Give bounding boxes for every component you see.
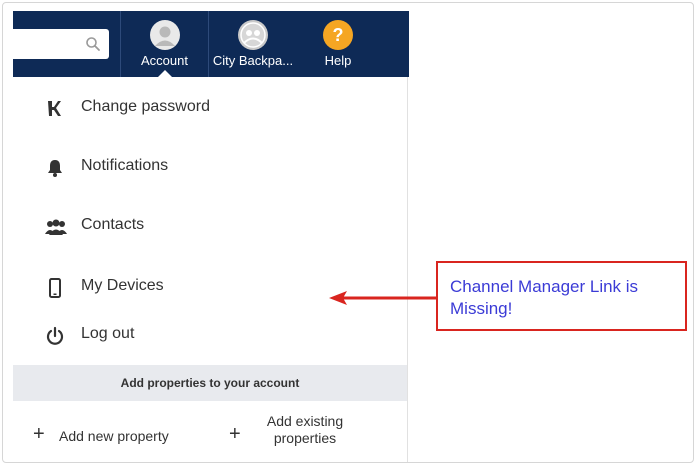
add-new-property-label: Add new property bbox=[59, 428, 169, 444]
menu-item-label: Log out bbox=[81, 325, 135, 342]
nav-property-label: City Backpa... bbox=[212, 53, 294, 68]
nav-help[interactable]: ? Help bbox=[303, 11, 373, 77]
add-properties-header: Add properties to your account bbox=[13, 365, 407, 401]
screenshot-frame: Account City Backpa... ? Help Change pas… bbox=[2, 2, 694, 463]
property-logo-icon bbox=[238, 20, 268, 50]
menu-item-label: Notifications bbox=[81, 157, 169, 174]
account-dropdown-menu: Change password Notifications Contacts M… bbox=[13, 77, 408, 462]
search-icon bbox=[86, 37, 100, 51]
help-icon: ? bbox=[323, 20, 353, 50]
phone-icon bbox=[45, 278, 65, 298]
annotation-arrow bbox=[329, 291, 436, 305]
add-existing-properties-label: Add existing properties bbox=[255, 413, 355, 447]
svg-text:?: ? bbox=[333, 25, 344, 45]
menu-item-label: Change password bbox=[81, 98, 210, 115]
plus-icon: + bbox=[229, 423, 241, 445]
annotation-text: Channel Manager Link is Missing! bbox=[450, 277, 639, 318]
annotation-callout: Channel Manager Link is Missing! bbox=[436, 261, 687, 331]
top-navbar: Account City Backpa... ? Help bbox=[13, 11, 409, 77]
add-existing-line1: Add existing bbox=[266, 413, 344, 429]
bell-icon bbox=[45, 158, 65, 178]
menu-item-log-out[interactable]: Log out bbox=[13, 315, 407, 355]
nav-account-label: Account bbox=[141, 53, 188, 68]
nav-help-label: Help bbox=[324, 53, 352, 68]
key-icon bbox=[45, 99, 65, 119]
search-input[interactable] bbox=[13, 29, 109, 59]
nav-account[interactable]: Account bbox=[120, 11, 209, 77]
menu-item-label: My Devices bbox=[81, 277, 164, 294]
plus-icon: + bbox=[33, 423, 45, 445]
add-existing-line2: properties bbox=[273, 430, 337, 446]
menu-item-change-password[interactable]: Change password bbox=[13, 88, 407, 128]
add-existing-properties-link[interactable]: + Add existing properties bbox=[229, 413, 359, 453]
nav-property[interactable]: City Backpa... bbox=[208, 11, 298, 77]
add-new-property-link[interactable]: + Add new property bbox=[33, 423, 203, 451]
menu-item-label: Contacts bbox=[81, 216, 145, 233]
users-icon bbox=[45, 217, 67, 237]
menu-item-contacts[interactable]: Contacts bbox=[13, 206, 407, 246]
power-icon bbox=[45, 326, 65, 346]
menu-item-notifications[interactable]: Notifications bbox=[13, 147, 407, 187]
dropdown-caret bbox=[157, 70, 172, 77]
account-avatar-icon bbox=[149, 20, 180, 50]
